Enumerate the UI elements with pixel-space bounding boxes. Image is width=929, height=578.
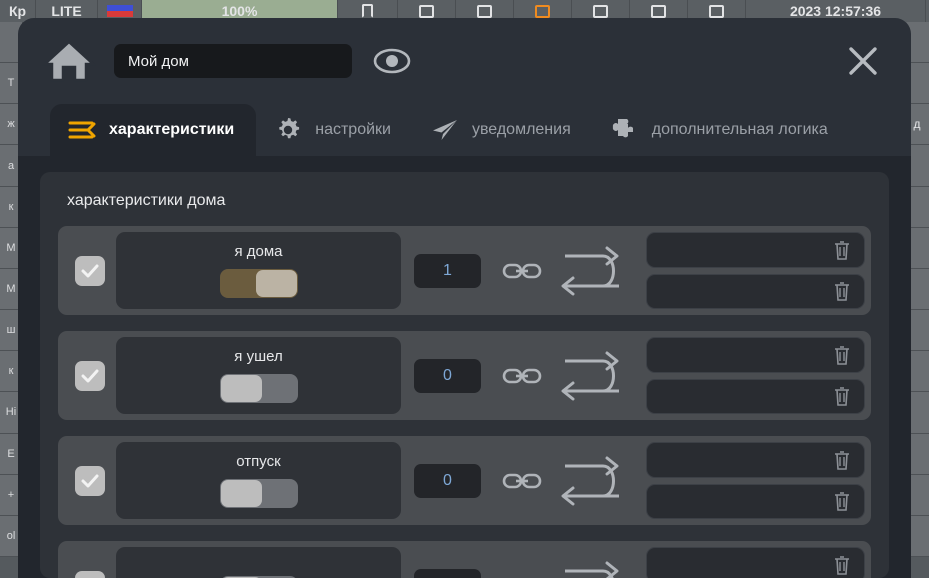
flag-icon — [593, 5, 608, 18]
close-icon[interactable] — [841, 39, 885, 83]
row-value-cell: 0 — [401, 442, 494, 519]
window-orange-icon — [535, 5, 550, 18]
row-value[interactable]: 0 — [414, 464, 481, 498]
trash-icon[interactable] — [832, 239, 852, 261]
swap-arrows-icon[interactable] — [550, 547, 640, 578]
row-checkbox[interactable] — [75, 466, 105, 496]
row-field-top[interactable] — [646, 442, 865, 478]
tab-label: уведомления — [472, 121, 571, 139]
window-icon — [477, 5, 492, 18]
row-value-cell: 0 — [401, 337, 494, 414]
house-settings-dialog: характеристики настройки уведомления — [18, 18, 911, 578]
paper-plane-icon — [431, 117, 459, 143]
color-swatch — [107, 5, 133, 17]
table-row: я ушел 0 — [58, 331, 871, 420]
toggle-knob — [256, 270, 297, 297]
tab-label: характеристики — [109, 121, 234, 139]
tab-extra-logic[interactable]: дополнительная логика — [593, 104, 850, 156]
swap-arrows-icon[interactable] — [550, 337, 640, 414]
row-fields — [640, 547, 865, 578]
characteristics-card: характеристики дома я дома — [40, 172, 889, 578]
row-field-top[interactable] — [646, 337, 865, 373]
table-row: я дома 1 — [58, 226, 871, 315]
bookmark-icon — [362, 4, 373, 18]
link-icon[interactable] — [494, 232, 550, 309]
swap-arrows-icon[interactable] — [550, 442, 640, 519]
house-name-input[interactable] — [114, 44, 352, 78]
row-toggle[interactable] — [220, 374, 298, 403]
trash-icon[interactable] — [832, 449, 852, 471]
trash-icon[interactable] — [832, 344, 852, 366]
tab-bar: характеристики настройки уведомления — [18, 104, 911, 156]
row-checkbox[interactable] — [75, 361, 105, 391]
row-label: я дома — [234, 243, 282, 260]
tab-characteristics[interactable]: характеристики — [50, 104, 256, 156]
row-value-cell — [401, 547, 494, 578]
row-field-top[interactable] — [646, 232, 865, 268]
dialog-body: характеристики дома я дома — [18, 156, 911, 578]
row-toggle[interactable] — [220, 479, 298, 508]
row-fields — [640, 442, 865, 519]
row-checkbox-cell — [64, 232, 116, 309]
trash-icon[interactable] — [832, 385, 852, 407]
tab-label: дополнительная логика — [652, 121, 828, 139]
row-value-cell: 1 — [401, 232, 494, 309]
link-icon[interactable] — [494, 547, 550, 578]
row-fields — [640, 337, 865, 414]
row-field-top[interactable] — [646, 547, 865, 578]
row-label-cell — [116, 547, 401, 578]
code-icon — [709, 5, 724, 18]
row-field-bottom[interactable] — [646, 379, 865, 415]
row-toggle[interactable] — [220, 269, 298, 298]
table-row — [58, 541, 871, 578]
row-checkbox-cell — [64, 442, 116, 519]
trash-icon[interactable] — [832, 280, 852, 302]
swap-arrows-icon[interactable] — [550, 232, 640, 309]
row-checkbox-cell — [64, 547, 116, 578]
tab-label: настройки — [315, 121, 391, 139]
tab-settings[interactable]: настройки — [256, 104, 413, 156]
table-row: отпуск 0 — [58, 436, 871, 525]
eye-icon[interactable] — [370, 44, 414, 78]
toggle-knob — [221, 375, 262, 402]
dialog-header — [18, 18, 911, 104]
check-icon — [80, 471, 100, 491]
row-value[interactable]: 0 — [414, 359, 481, 393]
check-icon — [80, 261, 100, 281]
row-value[interactable] — [414, 569, 481, 578]
row-field-bottom[interactable] — [646, 274, 865, 310]
row-label: я ушел — [234, 348, 282, 365]
row-field-bottom[interactable] — [646, 484, 865, 520]
link-icon[interactable] — [494, 337, 550, 414]
row-label: отпуск — [236, 453, 280, 470]
row-label-cell: я ушел — [116, 337, 401, 414]
row-value[interactable]: 1 — [414, 254, 481, 288]
tab-notifications[interactable]: уведомления — [413, 104, 593, 156]
puzzle-icon — [611, 117, 639, 143]
section-title: характеристики дома — [67, 192, 871, 210]
list-arrow-icon — [68, 117, 96, 143]
gear-icon — [274, 117, 302, 143]
row-checkbox-cell — [64, 337, 116, 414]
check-icon — [80, 366, 100, 386]
row-checkbox[interactable] — [75, 571, 105, 578]
trash-icon[interactable] — [832, 490, 852, 512]
toggle-knob — [221, 480, 262, 507]
monitor-icon — [651, 5, 666, 18]
row-fields — [640, 232, 865, 309]
link-icon[interactable] — [494, 442, 550, 519]
home-icon — [42, 39, 96, 83]
trash-icon[interactable] — [832, 554, 852, 576]
row-label-cell: отпуск — [116, 442, 401, 519]
window-icon — [419, 5, 434, 18]
row-checkbox[interactable] — [75, 256, 105, 286]
row-label-cell: я дома — [116, 232, 401, 309]
